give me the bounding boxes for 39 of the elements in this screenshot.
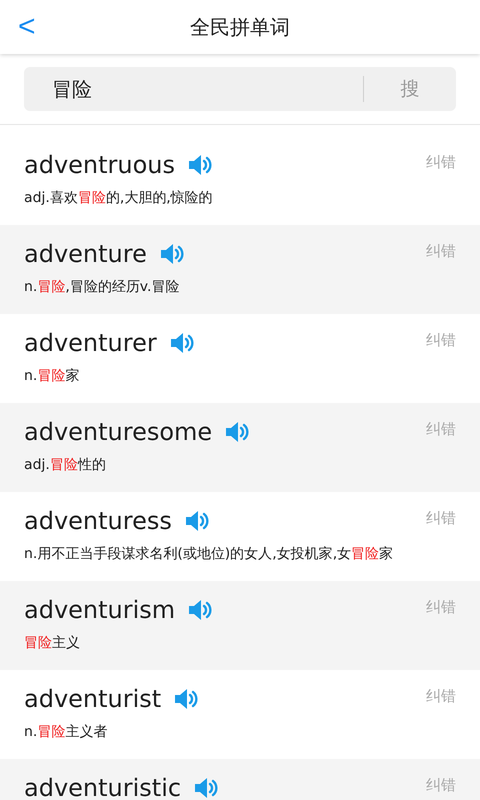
report-error-button[interactable]: 纠错 (426, 685, 456, 706)
word: adventruous (24, 151, 176, 179)
word: adventuristic (24, 774, 182, 800)
report-error-button[interactable]: 纠错 (426, 418, 456, 439)
definition: n.冒险主义者 (24, 723, 108, 741)
speaker-icon[interactable] (187, 153, 214, 177)
report-error-button[interactable]: 纠错 (426, 774, 456, 795)
definition: n.冒险,冒险的经历v.冒险 (24, 278, 180, 296)
speaker-icon[interactable] (168, 331, 195, 355)
word-row[interactable]: adventuristic 纠错 (0, 759, 480, 800)
word: adventurism (24, 596, 176, 624)
app-title: 全民拼单词 (190, 14, 290, 40)
definition: n.用不正当手段谋求名利(或地位)的女人,女投机家,女冒险家 (24, 545, 394, 563)
report-error-button[interactable]: 纠错 (426, 507, 456, 528)
speaker-icon[interactable] (184, 509, 210, 533)
word: adventurist (24, 685, 162, 713)
speaker-icon[interactable] (173, 687, 200, 711)
report-error-button[interactable]: 纠错 (426, 329, 456, 350)
search-button[interactable]: 搜 (364, 75, 456, 103)
word: adventurer (24, 329, 157, 357)
speaker-icon[interactable] (193, 776, 220, 800)
report-error-button[interactable]: 纠错 (426, 240, 456, 261)
report-error-button[interactable]: 纠错 (426, 151, 456, 172)
speaker-icon[interactable] (187, 598, 214, 622)
word-row[interactable]: adventurism 冒险主义 纠错 (0, 581, 480, 670)
word-row[interactable]: adventuresome adj.冒险性的 纠错 (0, 403, 480, 492)
word: adventure (24, 240, 147, 268)
definition: 冒险主义 (24, 634, 81, 652)
definition: adj.冒险性的 (24, 456, 107, 474)
word: adventuress (24, 507, 172, 535)
back-button[interactable]: < (14, 10, 40, 44)
word-row[interactable]: adventure n.冒险,冒险的经历v.冒险 纠错 (0, 225, 480, 314)
report-error-button[interactable]: 纠错 (426, 596, 456, 617)
search-field[interactable]: 冒险 搜 (24, 67, 456, 111)
definition: adj.喜欢冒险的,大胆的,惊险的 (24, 189, 214, 207)
word: adventuresome (24, 418, 212, 446)
speaker-icon[interactable] (158, 242, 185, 266)
definition: n.冒险家 (24, 367, 80, 385)
speaker-icon[interactable] (224, 420, 250, 444)
